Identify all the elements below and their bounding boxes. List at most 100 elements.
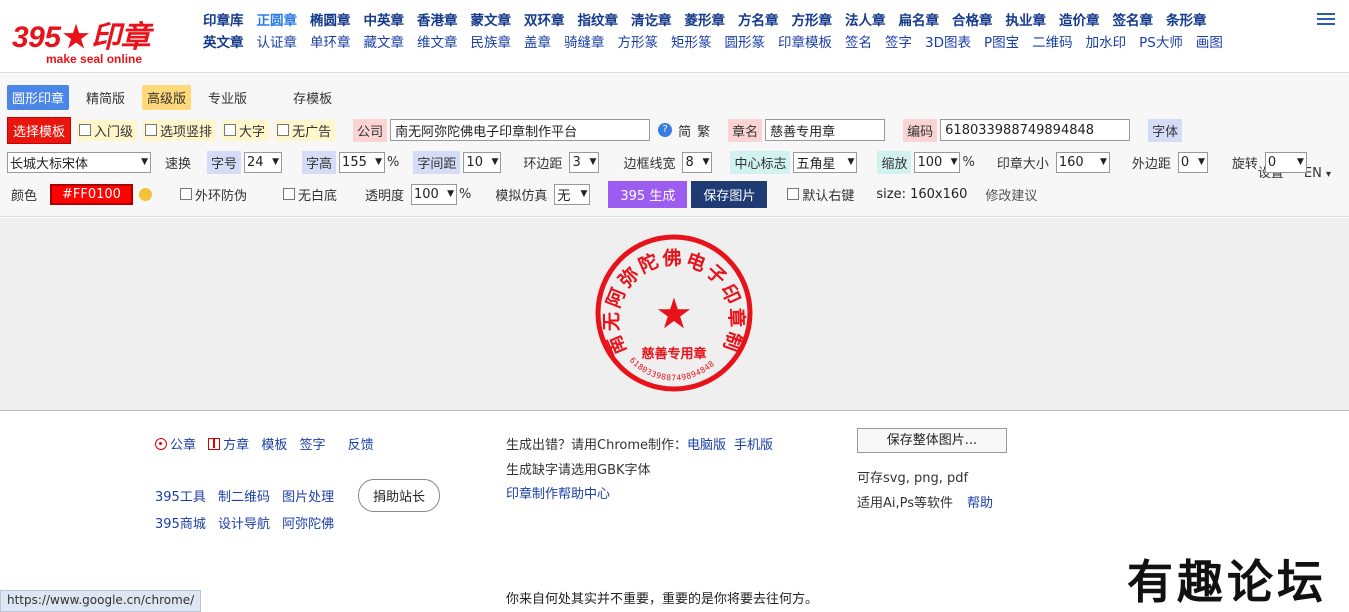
simulation-select[interactable]: 无 ▼ — [554, 183, 591, 205]
footer-link-template[interactable]: 模板 — [261, 438, 287, 453]
footer-link-image[interactable]: 图片处理 — [282, 490, 334, 505]
nav-link-primary[interactable]: 清讫章 — [631, 10, 672, 32]
nav-link-secondary[interactable]: 画图 — [1196, 32, 1223, 54]
nav-link-secondary[interactable]: 维文章 — [417, 32, 458, 54]
font-select[interactable]: 长城大标宋体 ▼ — [7, 151, 151, 173]
chk-default-right-click[interactable]: 默认右键 — [785, 184, 858, 205]
donate-button[interactable]: 捐助站长 — [358, 479, 441, 512]
nav-link-primary[interactable]: 正圆章 — [257, 10, 298, 32]
font-height-select[interactable]: 155 ▼ — [339, 151, 386, 173]
nav-link-primary[interactable]: 执业章 — [1006, 10, 1047, 32]
smiley-icon[interactable] — [138, 187, 152, 201]
chk-entry-level[interactable]: 入门级 — [77, 119, 138, 141]
save-all-image-button[interactable]: 保存整体图片... — [857, 428, 1007, 453]
chk-vertical-options[interactable]: 选项竖排 — [143, 119, 217, 141]
language-toggle[interactable]: EN ▾ — [1304, 166, 1331, 181]
nav-link-secondary[interactable]: 盖章 — [524, 32, 551, 54]
footer-link-tools[interactable]: 395工具 — [155, 490, 206, 505]
nav-link-secondary[interactable]: 民族章 — [471, 32, 512, 54]
nav-link-primary[interactable]: 方名章 — [738, 10, 779, 32]
footer-link-amitabha[interactable]: 阿弥陀佛 — [282, 517, 334, 532]
nav-link-primary[interactable]: 方形章 — [792, 10, 833, 32]
footer-link-feedback[interactable]: 反馈 — [348, 438, 374, 453]
chk-no-white-bg[interactable]: 无白底 — [281, 184, 341, 205]
nav-link-secondary[interactable]: 3D图表 — [925, 32, 971, 54]
code-input[interactable] — [940, 119, 1131, 141]
nav-link-primary[interactable]: 蒙文章 — [471, 10, 512, 32]
nav-link-secondary[interactable]: P图宝 — [984, 32, 1019, 54]
site-logo[interactable]: 395★印章 make seal online — [12, 6, 187, 68]
seal-preview[interactable]: 南无阿弥陀佛电子印章制作平台 ★ 慈善专用章 61803398874989484… — [594, 233, 754, 393]
nav-link-secondary[interactable]: 矩形篆 — [671, 32, 712, 54]
nav-link-secondary[interactable]: 加水印 — [1086, 32, 1127, 54]
help-link[interactable]: 帮助 — [967, 496, 993, 511]
tab-advanced[interactable]: 高级版 — [142, 84, 192, 110]
traditional-toggle[interactable]: 繁 — [697, 121, 710, 140]
chk-no-ads[interactable]: 无广告 — [275, 119, 336, 141]
help-center-link[interactable]: 印章制作帮助中心 — [506, 487, 610, 502]
nav-link-secondary[interactable]: 圆形篆 — [725, 32, 766, 54]
nav-link-secondary[interactable]: 印章模板 — [778, 32, 832, 54]
tab-simple[interactable]: 精简版 — [81, 85, 130, 110]
border-width-select[interactable]: 8 ▼ — [682, 151, 713, 173]
nav-link-primary[interactable]: 法人章 — [845, 10, 886, 32]
hamburger-menu-icon[interactable] — [1317, 10, 1335, 28]
status-bar-url: https://www.google.cn/chrome/ — [0, 590, 202, 612]
footer-link-seal[interactable]: 公章 — [155, 438, 196, 453]
help-icon[interactable]: ? — [658, 123, 673, 137]
save-image-button[interactable]: 保存图片 — [691, 180, 768, 208]
nav-link-primary[interactable]: 合格章 — [952, 10, 993, 32]
footer-link-nav[interactable]: 设计导航 — [218, 517, 270, 532]
tab-pro[interactable]: 专业版 — [203, 85, 252, 110]
seal-name-input[interactable] — [765, 119, 886, 141]
nav-link-secondary[interactable]: 英文章 — [203, 32, 244, 54]
nav-link-secondary[interactable]: PS大师 — [1139, 32, 1183, 54]
nav-link-secondary[interactable]: 二维码 — [1032, 32, 1073, 54]
company-input[interactable] — [390, 119, 651, 141]
generate-button[interactable]: 395 生成 — [608, 180, 688, 208]
chk-big-font[interactable]: 大字 — [222, 119, 270, 141]
footer-link-qrcode[interactable]: 制二维码 — [218, 490, 270, 505]
nav-link-secondary[interactable]: 签名 — [845, 32, 872, 54]
nav-link-primary[interactable]: 菱形章 — [685, 10, 726, 32]
nav-link-primary[interactable]: 扁名章 — [899, 10, 940, 32]
simplified-toggle[interactable]: 简 — [678, 121, 691, 140]
font-size-select[interactable]: 24 ▼ — [244, 151, 283, 173]
nav-link-secondary[interactable]: 认证章 — [257, 32, 298, 54]
nav-link-primary[interactable]: 中英章 — [364, 10, 405, 32]
zoom-select[interactable]: 100 ▼ — [914, 151, 961, 173]
center-mark-select[interactable]: 五角星 ▼ — [793, 151, 858, 173]
nav-link-primary[interactable]: 双环章 — [524, 10, 565, 32]
footer-link-square[interactable]: 方章 — [208, 438, 249, 453]
nav-link-primary[interactable]: 条形章 — [1166, 10, 1207, 32]
border-width-label: 边框线宽 — [623, 156, 676, 172]
footer-link-sign[interactable]: 签字 — [299, 438, 325, 453]
nav-link-primary[interactable]: 香港章 — [417, 10, 458, 32]
footer-link-shop[interactable]: 395商城 — [155, 517, 206, 532]
nav-link-primary[interactable]: 指纹章 — [578, 10, 619, 32]
nav-link-primary[interactable]: 椭圆章 — [310, 10, 351, 32]
nav-link-primary[interactable]: 印章库 — [203, 10, 244, 32]
nav-link-secondary[interactable]: 骑缝章 — [564, 32, 605, 54]
nav-link-secondary[interactable]: 方形篆 — [618, 32, 659, 54]
opacity-select[interactable]: 100 ▼ — [411, 183, 457, 205]
chk-outer-ring-anticounterfeit[interactable]: 外环防伪 — [178, 184, 251, 205]
choose-template-button[interactable]: 选择模板 — [7, 116, 72, 144]
nav-link-secondary[interactable]: 藏文章 — [364, 32, 405, 54]
nav-link-secondary[interactable]: 签字 — [885, 32, 912, 54]
quick-change-link[interactable]: 速换 — [161, 151, 195, 174]
rotate-select[interactable]: 0 ▼ — [1264, 151, 1307, 173]
nav-link-primary[interactable]: 签名章 — [1113, 10, 1154, 32]
ring-margin-select[interactable]: 3 ▼ — [569, 151, 600, 173]
outer-margin-select[interactable]: 0 ▼ — [1177, 151, 1208, 173]
tab-round-seal[interactable]: 圆形印章 — [7, 84, 70, 110]
color-picker[interactable]: #FF0100 — [50, 183, 133, 205]
tab-save-template[interactable]: 存模板 — [288, 85, 337, 110]
letter-spacing-select[interactable]: 10 ▼ — [463, 151, 502, 173]
suggestion-link[interactable]: 修改建议 — [985, 185, 1037, 204]
nav-link-secondary[interactable]: 单环章 — [310, 32, 351, 54]
seal-size-select[interactable]: 160 ▼ — [1055, 151, 1110, 173]
nav-link-primary[interactable]: 造价章 — [1059, 10, 1100, 32]
mobile-version-link[interactable]: 手机版 — [734, 438, 773, 453]
desktop-version-link[interactable]: 电脑版 — [687, 438, 726, 453]
